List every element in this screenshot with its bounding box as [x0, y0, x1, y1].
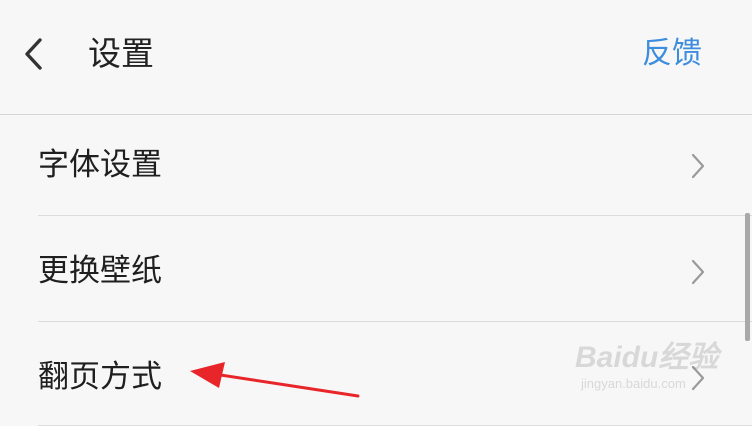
chevron-right-icon: [688, 363, 708, 393]
settings-list: 字体设置 更换壁纸 翻页方式: [0, 115, 752, 426]
scrollbar[interactable]: [745, 213, 750, 341]
chevron-right-icon: [688, 257, 708, 287]
feedback-button[interactable]: 反馈: [642, 32, 702, 76]
settings-item-label: 更换壁纸: [38, 253, 162, 289]
settings-item-font[interactable]: 字体设置: [38, 115, 752, 219]
divider: [38, 215, 752, 216]
chevron-left-icon: [25, 38, 42, 70]
chevron-right-icon: [688, 151, 708, 181]
settings-item-label: 字体设置: [38, 147, 162, 183]
divider: [38, 321, 752, 322]
page-title: 设置: [88, 34, 154, 73]
settings-item-wallpaper[interactable]: 更换壁纸: [38, 221, 752, 325]
settings-item-label: 翻页方式: [38, 359, 162, 395]
back-button[interactable]: [14, 30, 58, 78]
nav-bar: 设置 反馈: [0, 0, 752, 115]
settings-item-page-turn[interactable]: 翻页方式: [38, 327, 752, 431]
